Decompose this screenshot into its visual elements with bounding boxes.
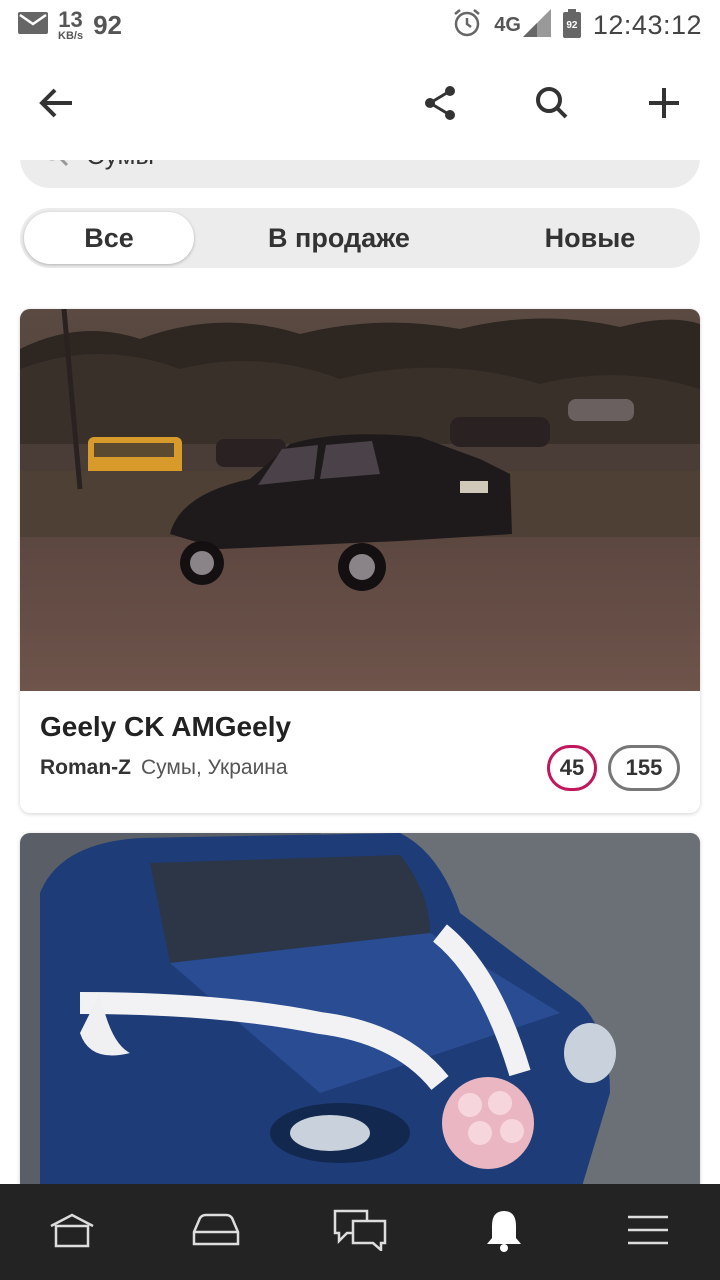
network-type: 4G xyxy=(494,13,521,36)
network-speed-value: 13 xyxy=(58,6,83,32)
app-bar xyxy=(0,60,720,150)
back-arrow-icon xyxy=(38,88,74,123)
nav-cars[interactable] xyxy=(176,1197,256,1267)
bottom-navigation xyxy=(0,1184,720,1280)
share-icon xyxy=(422,84,458,127)
filter-tabs: Все В продаже Новые xyxy=(20,208,700,268)
network-speed: 13 KB/s xyxy=(58,6,84,42)
home-icon xyxy=(48,1212,96,1253)
car-title[interactable]: Geely CK AMGeely xyxy=(40,711,291,743)
search-icon xyxy=(534,85,570,126)
battery-level: 92 xyxy=(566,19,578,31)
tab-new[interactable]: Новые xyxy=(484,212,696,264)
battery-icon: 92 xyxy=(562,9,581,38)
signal-icon xyxy=(522,8,551,42)
menu-icon xyxy=(626,1214,670,1251)
car-card[interactable] xyxy=(20,833,700,1193)
car-meta: Roman-Z Сумы, Украина xyxy=(40,756,288,780)
tab-all[interactable]: Все xyxy=(24,212,194,264)
nav-notifications[interactable] xyxy=(464,1197,544,1267)
car-location: Сумы, Украина xyxy=(141,756,288,779)
notification-count: 92 xyxy=(93,9,122,40)
share-button[interactable] xyxy=(410,75,470,135)
network-speed-unit: KB/s xyxy=(58,29,84,42)
status-bar: 13 KB/s 92 4G 92 12:43:12 xyxy=(0,0,720,50)
add-button[interactable] xyxy=(634,75,694,135)
nav-home[interactable] xyxy=(32,1197,112,1267)
car-card[interactable]: Geely CK AMGeely Roman-Z Сумы, Украина 4… xyxy=(20,309,700,813)
car-photo[interactable] xyxy=(20,309,700,691)
likes-count[interactable]: 45 xyxy=(547,745,597,791)
search-button[interactable] xyxy=(522,75,582,135)
bell-icon xyxy=(484,1208,524,1257)
author-name[interactable]: Roman-Z xyxy=(40,756,131,780)
car-icon xyxy=(190,1212,242,1253)
mail-icon xyxy=(18,11,48,39)
tab-for-sale[interactable]: В продаже xyxy=(194,212,484,264)
chat-icon xyxy=(333,1209,387,1256)
car-photo[interactable] xyxy=(20,833,700,1193)
back-button[interactable] xyxy=(26,75,86,135)
nav-menu[interactable] xyxy=(608,1197,688,1267)
nav-messages[interactable] xyxy=(320,1197,400,1267)
alarm-icon xyxy=(452,8,482,43)
plus-icon xyxy=(647,86,681,125)
comments-count[interactable]: 155 xyxy=(608,745,680,791)
clock: 12:43:12 xyxy=(592,9,702,40)
